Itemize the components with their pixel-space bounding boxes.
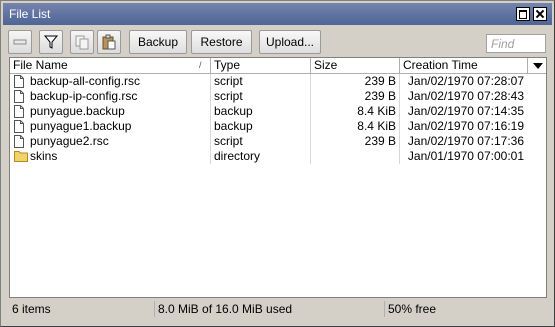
cell-file-name: punyague1.backup xyxy=(10,119,211,134)
table-row[interactable]: punyague2.rsc script 239 B Jan/02/1970 0… xyxy=(10,134,546,149)
status-bar: 6 items 8.0 MiB of 16.0 MiB used 50% fre… xyxy=(9,301,547,317)
cell-size: 8.4 KiB xyxy=(311,104,400,119)
cell-type: script xyxy=(211,89,311,104)
column-header-creation-time[interactable]: Creation Time xyxy=(400,58,528,74)
find-input[interactable] xyxy=(489,36,545,52)
sort-indicator: / xyxy=(199,60,202,70)
close-icon[interactable] xyxy=(533,7,547,21)
toolbar: Backup Restore Upload... xyxy=(3,28,552,56)
cell-creation-time: Jan/02/1970 07:17:36 xyxy=(407,134,524,148)
cell-creation-time: Jan/02/1970 07:14:35 xyxy=(407,104,524,118)
upload-button[interactable]: Upload... xyxy=(259,30,321,54)
cell-size: 8.4 KiB xyxy=(311,119,400,134)
cell-type: script xyxy=(211,134,311,149)
cell-type: script xyxy=(211,74,311,89)
cell-size: 239 B xyxy=(311,74,400,89)
paste-button[interactable] xyxy=(97,30,121,54)
cell-type: directory xyxy=(211,149,311,164)
table-header: File Name / Type Size Creation Time xyxy=(10,58,546,74)
cell-creation-time: Jan/02/1970 07:28:07 xyxy=(407,74,524,88)
cell-creation-time: Jan/02/1970 07:28:43 xyxy=(407,89,524,103)
file-table: File Name / Type Size Creation Time back… xyxy=(9,57,547,298)
backup-button[interactable]: Backup xyxy=(129,30,187,54)
maximize-icon[interactable] xyxy=(516,7,530,21)
status-disk-usage: 8.0 MiB of 16.0 MiB used xyxy=(154,301,384,317)
column-header-size[interactable]: Size xyxy=(311,58,400,74)
column-header-file-name[interactable]: File Name xyxy=(10,58,211,74)
table-row[interactable]: backup-ip-config.rsc script 239 B Jan/02… xyxy=(10,89,546,104)
cell-creation-time: Jan/02/1970 07:16:19 xyxy=(407,119,524,133)
copy-icon xyxy=(75,35,89,50)
cell-type: backup xyxy=(211,104,311,119)
column-header-type[interactable]: Type xyxy=(211,58,311,74)
cell-size: 239 B xyxy=(311,89,400,104)
table-row[interactable]: punyague.backup backup 8.4 KiB Jan/02/19… xyxy=(10,104,546,119)
table-row[interactable]: punyague1.backup backup 8.4 KiB Jan/02/1… xyxy=(10,119,546,134)
filter-icon xyxy=(43,35,59,49)
copy-button[interactable] xyxy=(70,30,94,54)
cell-file-name: backup-ip-config.rsc xyxy=(10,89,211,104)
table-row[interactable]: skins directory Jan/01/1970 07:00:01 xyxy=(10,149,546,164)
cell-file-name: skins xyxy=(10,149,211,164)
cell-file-name: backup-all-config.rsc xyxy=(10,74,211,89)
cell-creation-time: Jan/01/1970 07:00:01 xyxy=(407,149,524,163)
restore-button[interactable]: Restore xyxy=(191,30,252,54)
cell-file-name: punyague.backup xyxy=(10,104,211,119)
cell-type: backup xyxy=(211,119,311,134)
find-field[interactable] xyxy=(486,34,546,53)
cell-size: 239 B xyxy=(311,134,400,149)
status-free-space: 50% free xyxy=(384,301,544,317)
table-row[interactable]: backup-all-config.rsc script 239 B Jan/0… xyxy=(10,74,546,89)
title-bar[interactable]: File List xyxy=(3,3,552,25)
cell-file-name: punyague2.rsc xyxy=(10,134,211,149)
minus-icon xyxy=(13,39,27,45)
file-list-window: File List Backup Restore Upload... Find … xyxy=(0,0,555,327)
paste-icon xyxy=(102,34,116,50)
remove-button[interactable] xyxy=(8,30,32,54)
column-menu-dropdown-icon[interactable] xyxy=(528,58,546,74)
window-title: File List xyxy=(9,7,51,21)
cell-size xyxy=(311,149,400,164)
filter-button[interactable] xyxy=(39,30,63,54)
status-item-count: 6 items xyxy=(12,302,51,316)
